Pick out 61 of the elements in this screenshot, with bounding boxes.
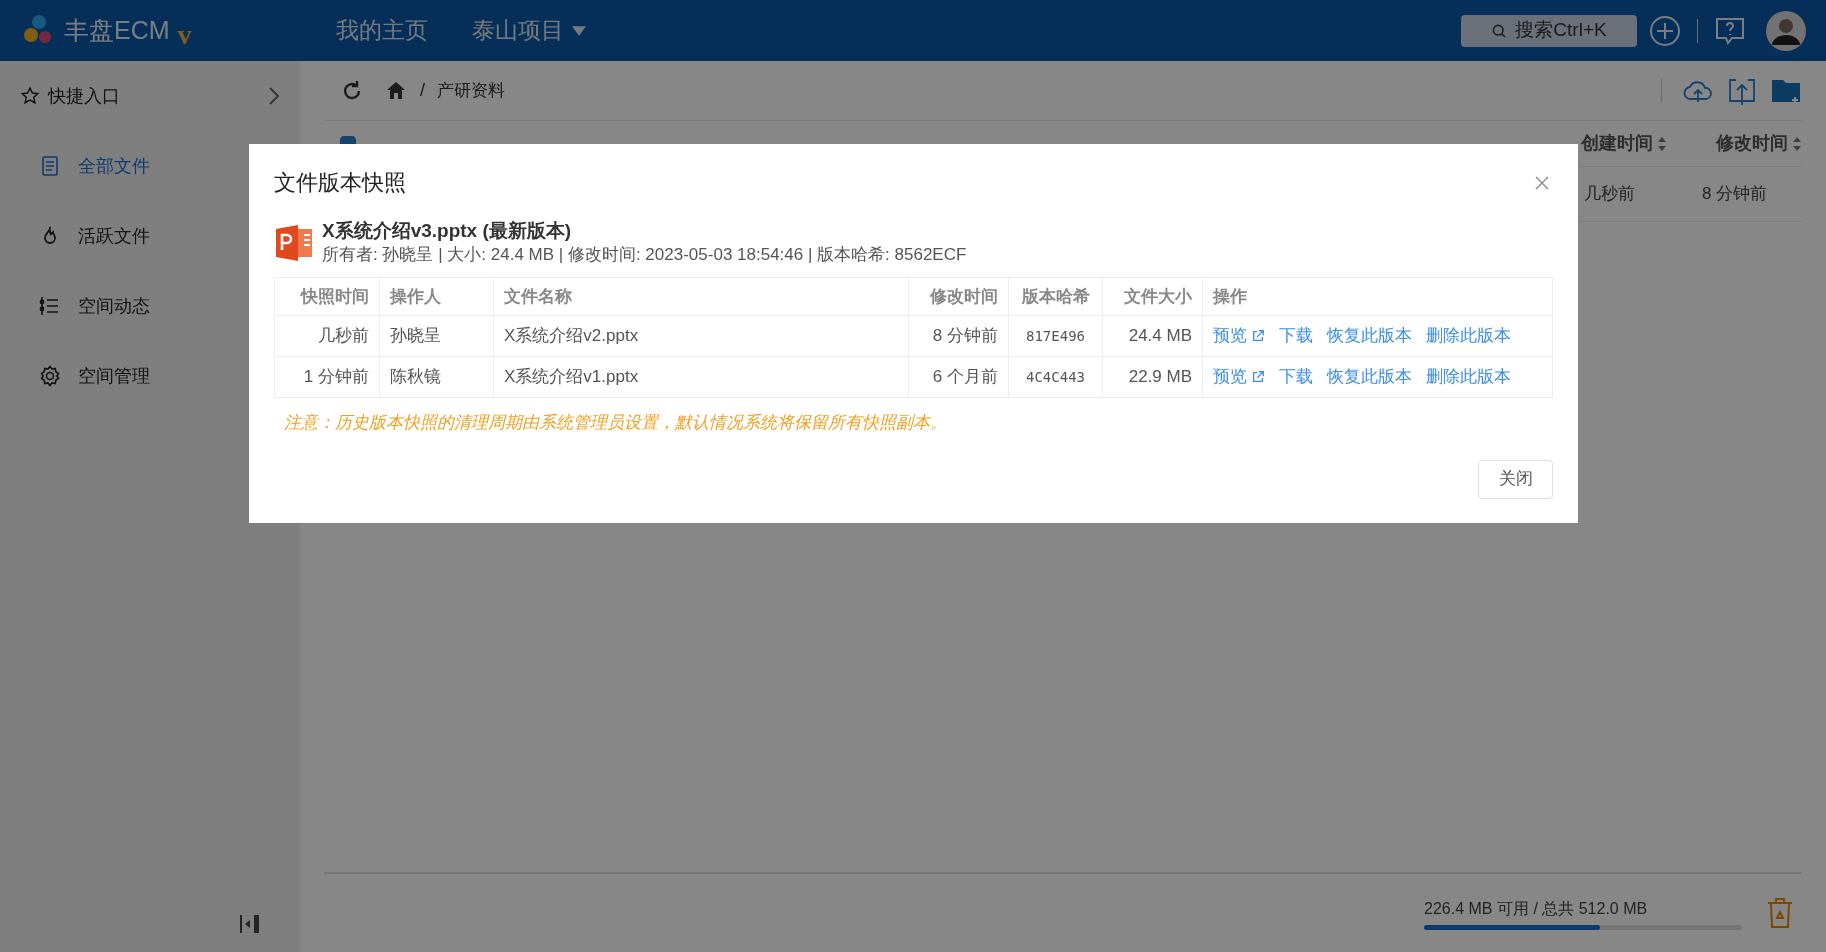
column-header: 操作人	[379, 277, 494, 316]
sort-icon[interactable]	[1657, 136, 1667, 151]
table-cell: 孙晓呈	[379, 315, 494, 357]
action-link[interactable]: 恢复此版本	[1327, 323, 1412, 349]
search-field[interactable]: 搜索Ctrl+K	[1461, 14, 1637, 47]
table-cell: 817E496	[1008, 315, 1103, 357]
table-cell: 1 分钟前	[274, 356, 380, 398]
breadcrumb-separator: /	[420, 79, 425, 102]
column-header: 文件大小	[1102, 277, 1203, 316]
action-link[interactable]: 下载	[1279, 364, 1313, 390]
column-header[interactable]: 创建时间	[1581, 130, 1653, 157]
action-link[interactable]: 预览	[1213, 323, 1265, 349]
storage-text: 226.4 MB 可用 / 总共 512.0 MB	[1424, 898, 1649, 919]
column-header: 文件名称	[493, 277, 909, 316]
sidebar-item[interactable]: 活跃文件	[0, 201, 300, 271]
table-cell: 4C4C443	[1008, 356, 1103, 398]
table-cell: 陈秋镜	[379, 356, 494, 398]
table-cell-text: 几秒前	[1583, 183, 1636, 206]
shortcut-label: 快捷入口	[48, 84, 120, 108]
search-icon	[1491, 22, 1508, 39]
logo-mark: v	[177, 17, 192, 52]
sort-icon[interactable]	[1792, 136, 1802, 151]
column-header: 操作	[1202, 277, 1553, 316]
action-link[interactable]: 删除此版本	[1426, 364, 1511, 390]
action-link[interactable]: 删除此版本	[1426, 323, 1511, 349]
chevron-right-icon[interactable]	[268, 86, 280, 106]
collapse-icon[interactable]	[238, 912, 262, 936]
table-cell: 8 分钟前	[908, 315, 1009, 357]
column-header: 修改时间	[908, 277, 1009, 316]
close-icon[interactable]	[1535, 175, 1549, 190]
table-cell: 6 个月前	[908, 356, 1009, 398]
external-link-icon	[1251, 329, 1265, 343]
avatar-icon[interactable]	[1766, 10, 1806, 51]
table-cell: 22.9 MB	[1102, 356, 1203, 398]
action-link[interactable]: 恢复此版本	[1327, 364, 1412, 390]
column-header: 快照时间	[274, 277, 380, 316]
table-cell: X系统介绍v2.pptx	[493, 315, 909, 357]
search-hint: 搜索Ctrl+K	[1515, 18, 1607, 43]
file-meta: 所有者: 孙晓呈 | 大小: 24.4 MB | 修改时间: 2023-05-03 18:54:46 | 版本哈希: 8562ECF	[322, 244, 967, 266]
close-button[interactable]: 关闭	[1478, 459, 1553, 499]
nav-link[interactable]: 我的主页	[336, 13, 428, 48]
app-logo-text: 丰盘ECM	[64, 14, 170, 46]
dialog-title: 文件版本快照	[274, 169, 406, 197]
trash-icon[interactable]	[1766, 897, 1794, 929]
slides-file-icon	[274, 223, 314, 263]
table-cell: X系统介绍v1.pptx	[493, 356, 909, 398]
action-link[interactable]: 预览	[1213, 364, 1265, 390]
nav-link[interactable]: 泰山项目	[472, 13, 586, 48]
table-cell: 几秒前	[274, 315, 380, 357]
settings-icon	[38, 364, 62, 388]
star-icon	[20, 86, 40, 106]
column-header[interactable]: 修改时间	[1716, 130, 1788, 157]
note-text: 注意：历史版本快照的清理周期由系统管理员设置，默认情况系统将保留所有快照副本。	[284, 412, 948, 434]
plus-icon[interactable]	[1649, 14, 1681, 47]
action-link[interactable]: 下载	[1279, 323, 1313, 349]
external-link-icon	[1251, 370, 1265, 384]
column-header: 版本哈希	[1008, 277, 1103, 316]
table-cell-text: 8 分钟前	[1700, 183, 1769, 206]
breadcrumb-link[interactable]: 产研资料	[437, 77, 505, 104]
table-cell: 24.4 MB	[1102, 315, 1203, 357]
file-title: X系统介绍v3.pptx (最新版本)	[322, 219, 573, 243]
